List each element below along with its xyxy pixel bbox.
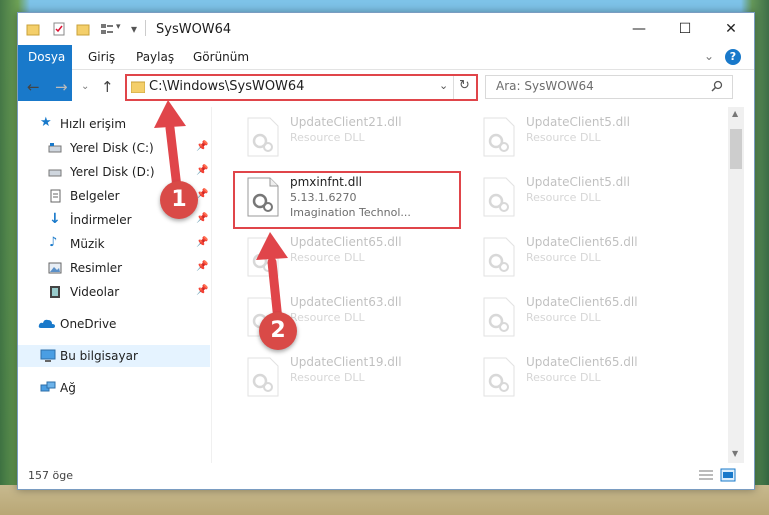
- arrow-2-head: [256, 232, 288, 260]
- step-badge-2: 2: [259, 312, 297, 350]
- highlight-box: [233, 171, 461, 229]
- arrow-1-head: [154, 100, 186, 128]
- step-badge-1: 1: [160, 181, 198, 219]
- annotation-arrows: [154, 100, 288, 325]
